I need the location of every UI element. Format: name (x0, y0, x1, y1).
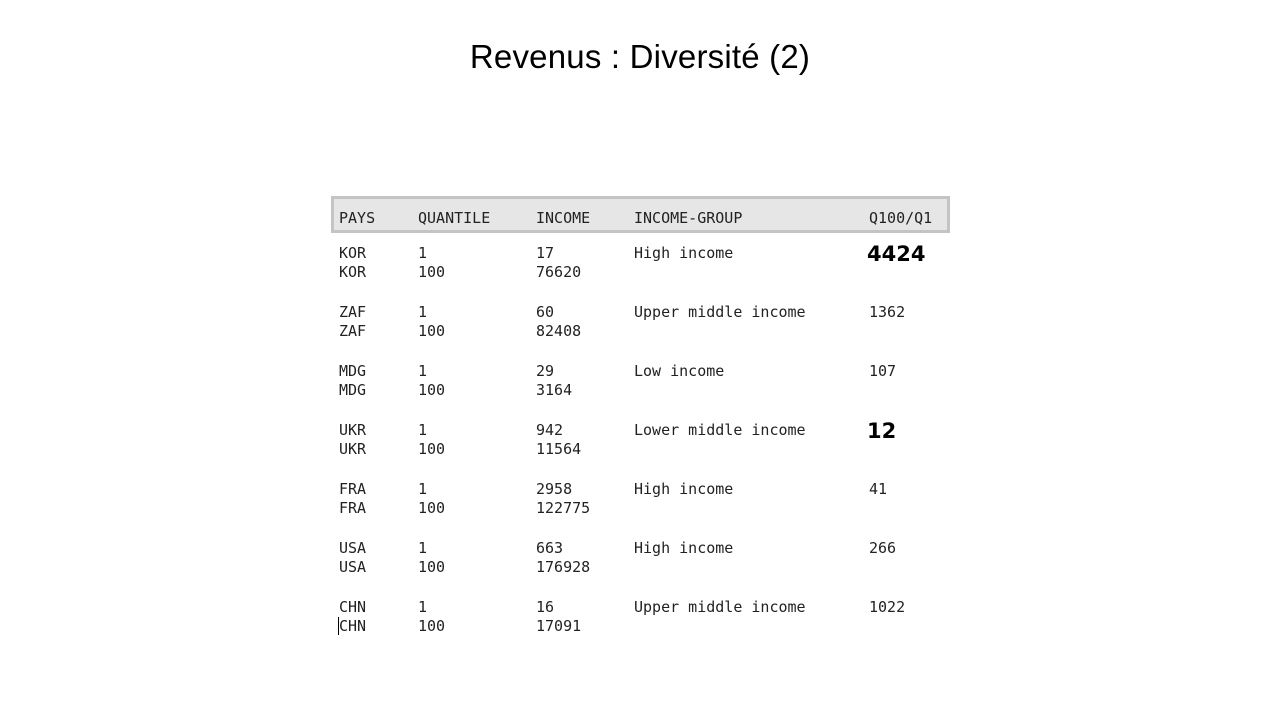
country-code: MDG (339, 381, 367, 399)
income-group-value: High income (634, 244, 734, 262)
quantile-value: 100 (418, 381, 446, 399)
income-value: 122775 (536, 499, 591, 517)
ratio-value: 41 (869, 480, 888, 498)
quantile-value: 1 (418, 303, 428, 321)
text-cursor (338, 617, 339, 635)
income-value: 60 (536, 303, 555, 321)
quantile-value: 1 (418, 539, 428, 557)
quantile-value: 1 (418, 421, 428, 439)
quantile-value: 1 (418, 480, 428, 498)
income-value: 3164 (536, 381, 573, 399)
income-value: 17 (536, 244, 555, 262)
header-pays: PAYS (339, 209, 376, 227)
quantile-value: 1 (418, 362, 428, 380)
quantile-value: 1 (418, 598, 428, 616)
country-code: ZAF (339, 322, 367, 340)
income-value: 11564 (536, 440, 582, 458)
ratio-value: 1362 (869, 303, 906, 321)
income-group-value: Upper middle income (634, 598, 806, 616)
country-code: UKR (339, 421, 367, 439)
country-code: ZAF (339, 303, 367, 321)
country-code: USA (339, 558, 367, 576)
country-code: UKR (339, 440, 367, 458)
income-value: 82408 (536, 322, 582, 340)
quantile-value: 100 (418, 263, 446, 281)
country-code: CHN (339, 617, 367, 635)
country-code: FRA (339, 480, 367, 498)
country-code: KOR (339, 263, 367, 281)
income-value: 176928 (536, 558, 591, 576)
quantile-value: 100 (418, 617, 446, 635)
ratio-value: 266 (869, 539, 897, 557)
quantile-value: 100 (418, 558, 446, 576)
header-income-group: INCOME-GROUP (634, 209, 743, 227)
ratio-value: 1022 (869, 598, 906, 616)
header-ratio: Q100/Q1 (869, 209, 933, 227)
income-group-value: High income (634, 539, 734, 557)
quantile-value: 100 (418, 499, 446, 517)
income-group-value: Low income (634, 362, 725, 380)
header-income: INCOME (536, 209, 591, 227)
income-value: 76620 (536, 263, 582, 281)
country-code: CHN (339, 598, 367, 616)
ratio-value-emphasized: 12 (867, 419, 897, 443)
country-code: KOR (339, 244, 367, 262)
country-code: USA (339, 539, 367, 557)
income-value: 663 (536, 539, 564, 557)
income-value: 29 (536, 362, 555, 380)
quantile-value: 100 (418, 440, 446, 458)
income-group-value: Lower middle income (634, 421, 806, 439)
income-value: 942 (536, 421, 564, 439)
slide-title: Revenus : Diversité (2) (469, 38, 811, 75)
ratio-value-emphasized: 4424 (867, 242, 926, 266)
income-group-value: Upper middle income (634, 303, 806, 321)
income-value: 16 (536, 598, 555, 616)
ratio-value: 107 (869, 362, 897, 380)
header-quantile: QUANTILE (418, 209, 491, 227)
income-group-value: High income (634, 480, 734, 498)
country-code: FRA (339, 499, 367, 517)
country-code: MDG (339, 362, 367, 380)
income-value: 2958 (536, 480, 573, 498)
income-value: 17091 (536, 617, 582, 635)
quantile-value: 1 (418, 244, 428, 262)
quantile-value: 100 (418, 322, 446, 340)
